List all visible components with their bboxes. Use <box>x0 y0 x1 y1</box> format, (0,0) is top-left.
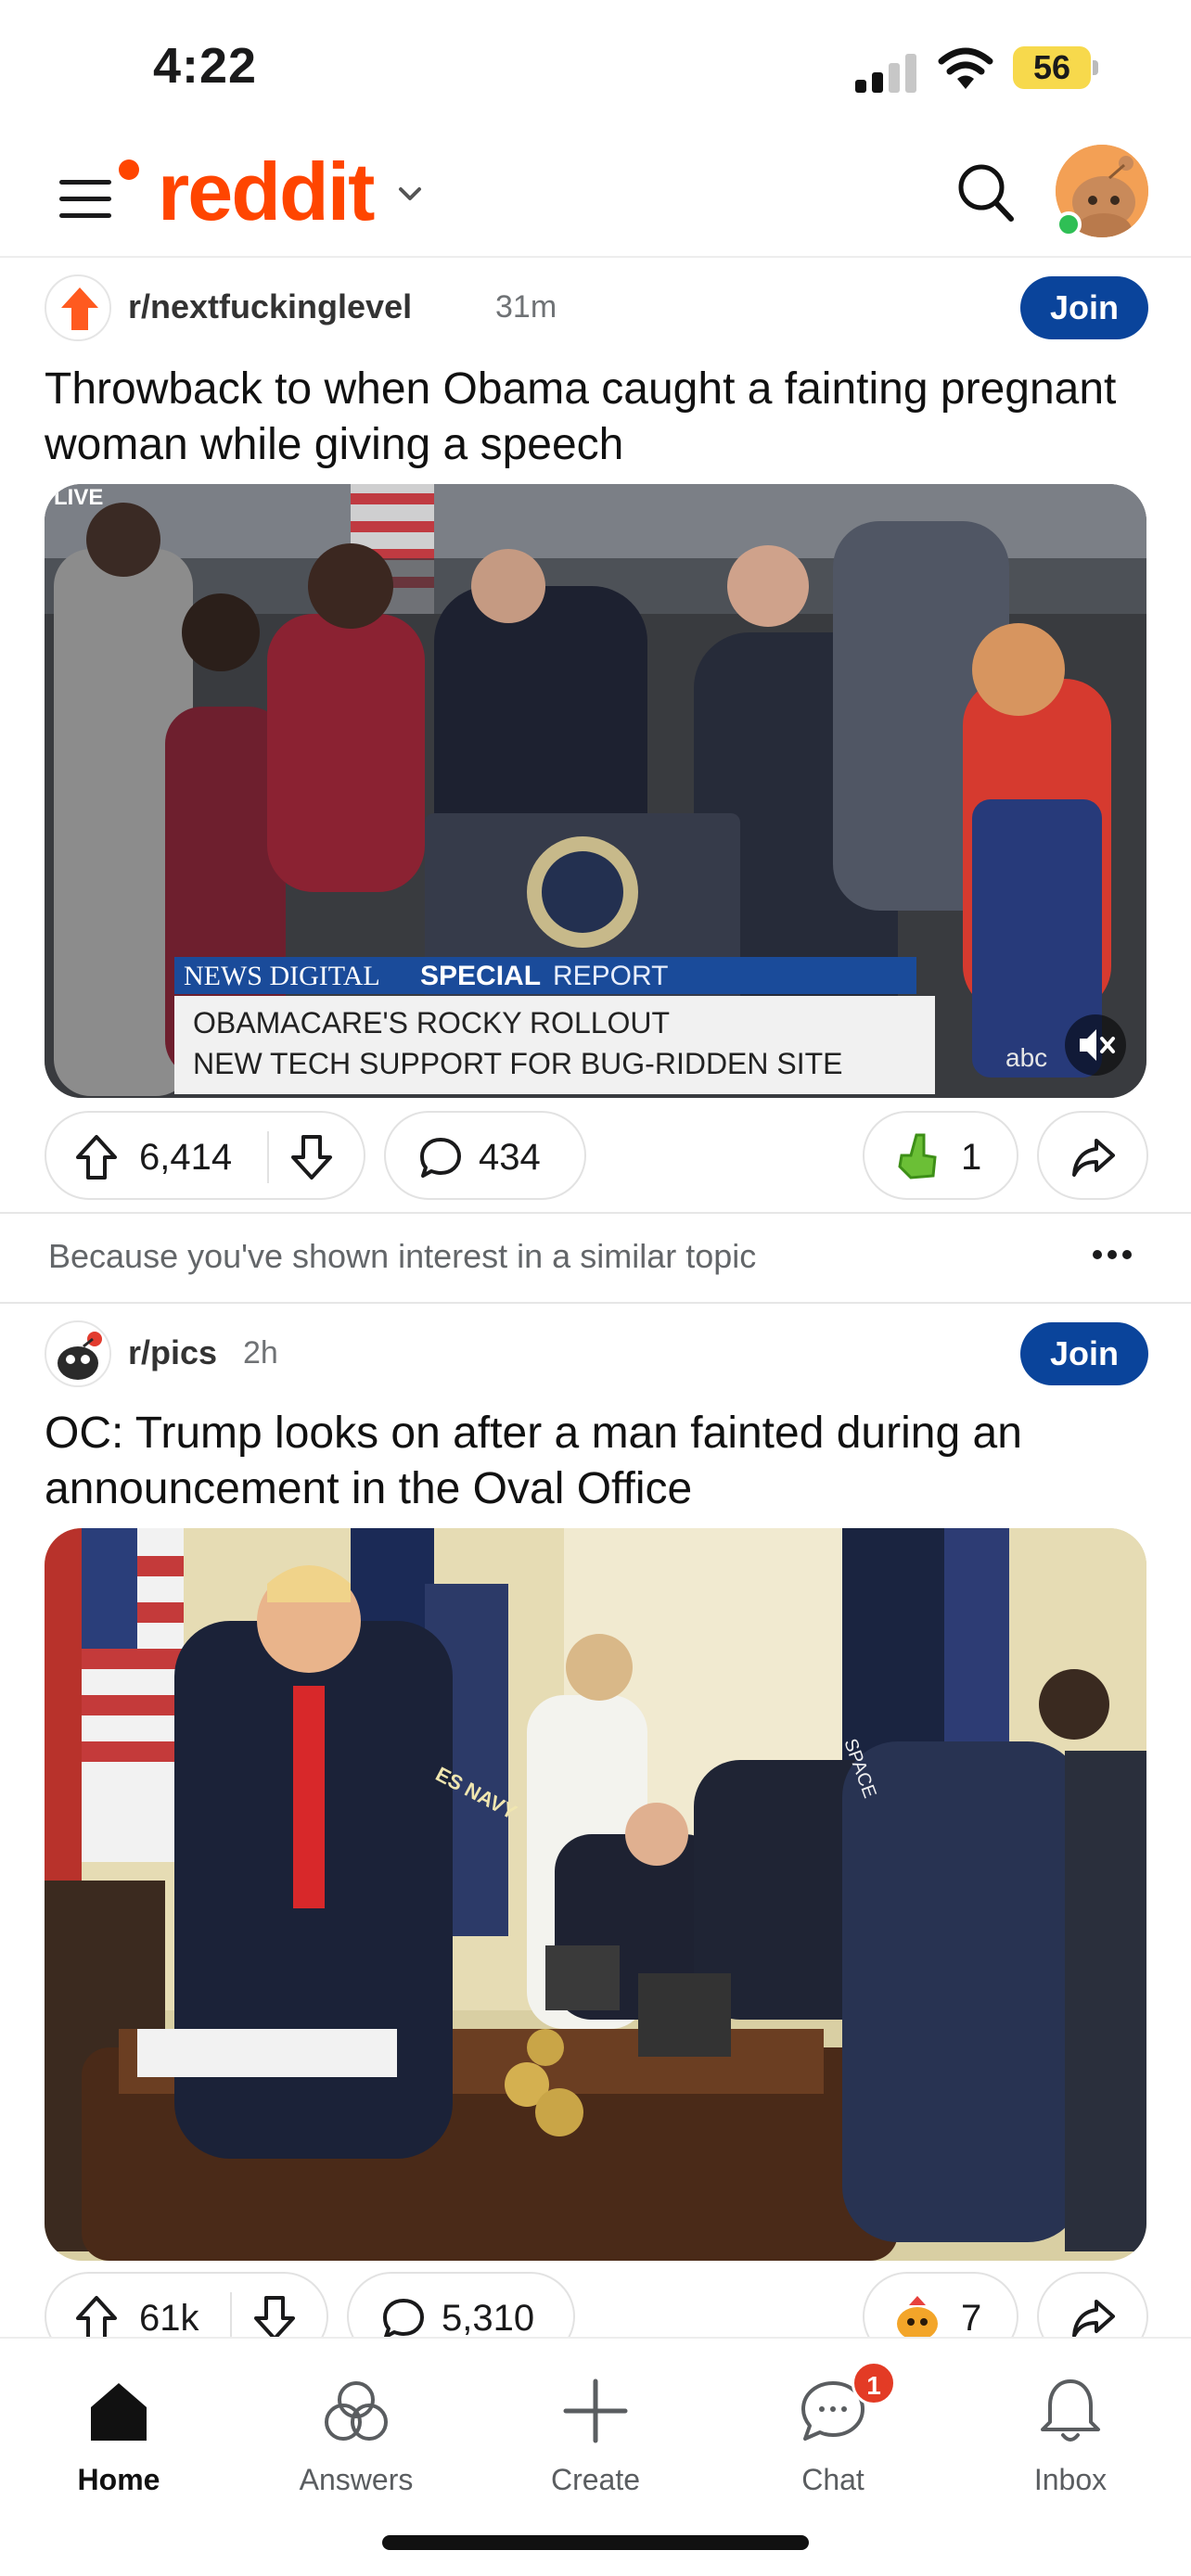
pics-snoo-icon <box>47 1323 109 1385</box>
post-card[interactable]: r/pics 2h Join OC: Trump looks on after … <box>0 0 1191 2361</box>
downvote-icon[interactable] <box>252 2294 297 2342</box>
nav-home[interactable]: Home <box>35 2355 202 2504</box>
post-age: 2h <box>243 1335 278 1371</box>
answers-icon <box>325 2381 388 2441</box>
nav-inbox-label: Inbox <box>1033 2463 1108 2496</box>
nav-chat[interactable]: 1 Chat <box>749 2355 916 2504</box>
comment-icon <box>383 2299 424 2339</box>
nav-home-label: Home <box>77 2463 160 2496</box>
home-indicator[interactable] <box>382 2535 809 2550</box>
oval-office-photo: ES NAVY SPACE <box>45 1528 1146 2261</box>
nav-chat-label: Chat <box>801 2463 864 2496</box>
plus-icon <box>563 2378 628 2443</box>
chat-unread-badge: 1 <box>852 2361 896 2405</box>
comment-count: 5,310 <box>442 2298 535 2339</box>
home-icon <box>91 2383 147 2441</box>
nav-inbox[interactable]: Inbox <box>987 2355 1154 2504</box>
post-image[interactable]: ES NAVY SPACE <box>45 1528 1146 2261</box>
nav-answers-label: Answers <box>299 2463 414 2496</box>
join-button[interactable]: Join <box>1020 1322 1148 1385</box>
upvote-count: 61k <box>139 2298 199 2339</box>
nav-create-label: Create <box>550 2463 641 2496</box>
upvote-icon[interactable] <box>74 2294 119 2342</box>
post-title[interactable]: OC: Trump looks on after a man fainted d… <box>45 1406 1148 1517</box>
nav-create[interactable]: Create <box>512 2355 679 2504</box>
award-count: 7 <box>961 2298 982 2339</box>
bell-icon <box>1041 2379 1100 2442</box>
nav-answers[interactable]: Answers <box>273 2355 440 2504</box>
share-icon <box>1072 2300 1115 2338</box>
post-meta: r/pics 2h Join <box>45 1320 1148 1391</box>
subreddit-name[interactable]: r/pics <box>128 1333 217 1372</box>
subreddit-avatar[interactable] <box>45 1320 111 1387</box>
